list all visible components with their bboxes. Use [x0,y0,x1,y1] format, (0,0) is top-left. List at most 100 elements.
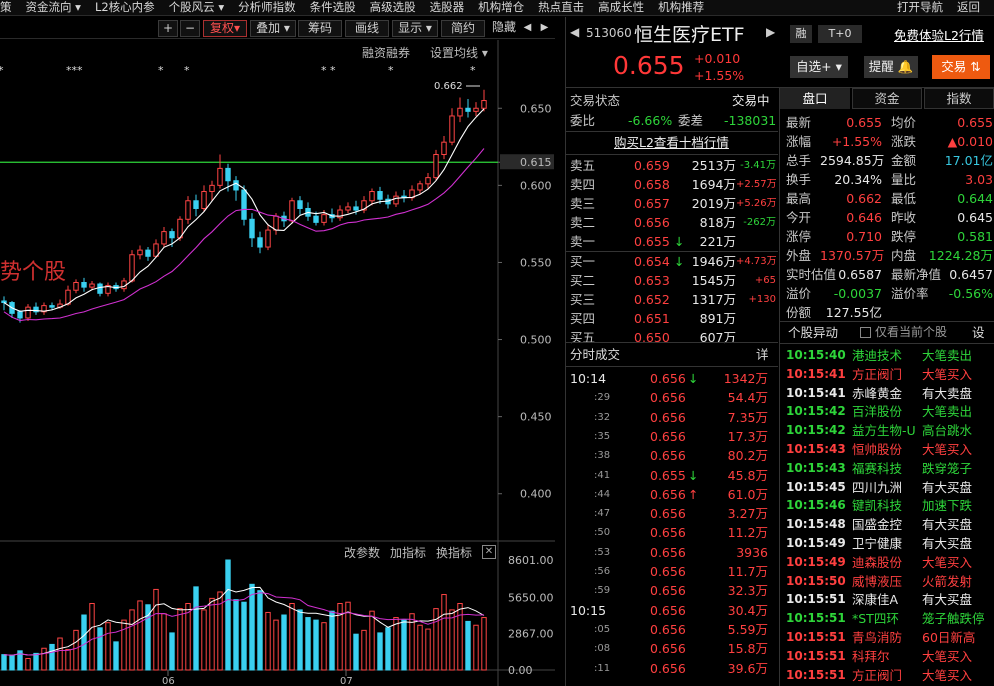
event-time[interactable]: 10:15:43 [786,440,846,459]
event-type[interactable]: 60日新高 [922,628,975,647]
event-stock[interactable]: 威博液压 [852,572,918,591]
abnormal-settings-button[interactable]: 设 [972,323,985,342]
event-type[interactable]: 大笔买入 [922,365,972,384]
top-menu-item[interactable]: 打开导航 [897,0,943,15]
event-time[interactable]: 10:15:41 [786,365,846,384]
event-type[interactable]: 大笔买入 [922,553,972,572]
event-stock[interactable]: 深康佳A [852,590,918,609]
event-time[interactable]: 10:15:42 [786,402,846,421]
add-watchlist-button[interactable]: 自选+ ▾ [790,56,848,78]
event-time[interactable]: 10:15:49 [786,534,846,553]
event-time[interactable]: 10:15:51 [786,590,846,609]
event-time[interactable]: 10:15:51 [786,628,846,647]
tab-pankou[interactable]: 盘口 [780,88,850,109]
top-menu-item[interactable]: 分析师指数 [238,0,296,15]
event-stock[interactable]: 国盛金控 [852,515,918,534]
event-type[interactable]: 加速下跌 [922,496,972,515]
buy-l2-link[interactable]: 购买L2查看十档行情 [614,133,729,152]
kline-chart[interactable]: 0.6500.6150.6000.5500.5000.4500.400*** * *… [0,40,555,686]
event-type[interactable]: 跌穿笼子 [922,459,972,478]
nav-right-icon[interactable]: ▶ [537,20,552,37]
nav-left-icon[interactable]: ◀ [520,20,535,37]
zoom-in-button[interactable]: + [158,20,178,37]
fuquan-button[interactable]: 复权▾ [203,20,247,37]
event-stock[interactable]: 科拜尔 [852,647,918,666]
event-stock[interactable]: 福赛科技 [852,459,918,478]
top-menu-item[interactable]: 高成长性 [598,0,644,15]
event-stock[interactable]: 赤峰黄金 [852,384,918,403]
tab-funds[interactable]: 资金 [852,88,922,109]
hide-button[interactable]: 隐藏 [488,20,520,37]
prev-stock-icon[interactable]: ◀ [570,25,579,39]
event-type[interactable]: 大笔买入 [922,647,972,666]
display-button[interactable]: 显示 ▾ [392,20,438,37]
event-stock[interactable]: 键凯科技 [852,496,918,515]
event-stock[interactable]: *ST四环 [852,609,918,628]
switch-indicator-button[interactable]: 换指标 [436,544,472,561]
margin-trading-link[interactable]: 融资融券 [362,44,410,61]
event-time[interactable]: 10:15:49 [786,553,846,572]
event-type[interactable]: 大笔买入 [922,440,972,459]
top-menu-item[interactable]: 条件选股 [310,0,356,15]
event-stock[interactable]: 迪森股份 [852,553,918,572]
event-stock[interactable]: 卫宁健康 [852,534,918,553]
event-time[interactable]: 10:15:51 [786,666,846,685]
top-menu-item[interactable]: L2核心内参 [95,0,155,15]
event-time[interactable]: 10:15:50 [786,572,846,591]
close-icon[interactable]: ✕ [482,545,496,559]
event-time[interactable]: 10:15:48 [786,515,846,534]
alert-button[interactable]: 提醒 🔔 [864,56,918,78]
top-menu-item[interactable]: 机构增仓 [478,0,524,15]
tick-detail-button[interactable]: 详 [756,345,769,364]
top-menu-item[interactable]: 高级选股 [370,0,416,15]
event-type[interactable]: 大笔卖出 [922,346,972,365]
tab-index[interactable]: 指数 [924,88,994,109]
event-stock[interactable]: 四川九洲 [852,478,918,497]
event-type[interactable]: 有大买盘 [922,515,972,534]
event-time[interactable]: 10:15:42 [786,421,846,440]
only-current-checkbox[interactable] [860,327,871,338]
next-stock-icon[interactable]: ▶ [766,25,775,39]
free-l2-link[interactable]: 免费体验L2行情 [894,25,984,44]
simple-button[interactable]: 简约 [441,20,485,37]
overlay-button[interactable]: 叠加 ▾ [250,20,296,37]
event-stock[interactable]: 恒帅股份 [852,440,918,459]
event-type[interactable]: 有大买盘 [922,534,972,553]
event-time[interactable]: 10:15:45 [786,478,846,497]
chips-button[interactable]: 筹码 [298,20,342,37]
event-stock[interactable]: 青鸟消防 [852,628,918,647]
zoom-out-button[interactable]: − [180,20,200,37]
event-stock[interactable]: 百洋股份 [852,402,918,421]
draw-line-button[interactable]: 画线 [345,20,389,37]
trade-button[interactable]: 交易 ⇅ [932,55,990,79]
change-params-button[interactable]: 改参数 [344,544,380,561]
event-type[interactable]: 有大买盘 [922,590,972,609]
ma-setting-link[interactable]: 设置均线 ▾ [430,44,488,61]
event-type[interactable]: 有大卖盘 [922,384,972,403]
event-stock[interactable]: 港迪技术 [852,346,918,365]
top-menu-item[interactable]: 返回 [957,0,980,15]
event-type[interactable]: 笼子触跌停 [922,609,985,628]
event-time[interactable]: 10:15:41 [786,384,846,403]
event-time[interactable]: 10:15:43 [786,459,846,478]
event-type[interactable]: 有大买盘 [922,478,972,497]
event-type[interactable]: 高台跳水 [922,421,972,440]
event-time[interactable]: 10:15:40 [786,346,846,365]
event-time[interactable]: 10:15:51 [786,647,846,666]
add-indicator-button[interactable]: 加指标 [390,544,426,561]
event-type[interactable]: 大笔买入 [922,666,972,685]
top-menu-item[interactable]: 策 [0,0,12,15]
top-menu-item[interactable]: 选股器 [430,0,465,15]
top-menu-item[interactable]: 个股风云 ▾ [169,0,224,15]
event-stock[interactable]: 益方生物-U [852,421,918,440]
event-time[interactable]: 10:15:46 [786,496,846,515]
event-type[interactable]: 大笔卖出 [922,402,972,421]
event-type[interactable]: 火箭发射 [922,572,972,591]
top-menu-item[interactable]: 资金流向 ▾ [26,0,81,15]
event-stock[interactable]: 方正阀门 [852,666,918,685]
top-menu-item[interactable]: 热点直击 [538,0,584,15]
kline-chart-area[interactable]: 0.650 0.615 0.600 0.550 0.500 0.450 0.400 *** * *… [0,40,555,686]
event-stock[interactable]: 方正阀门 [852,365,918,384]
top-menu-item[interactable]: 机构推荐 [658,0,704,15]
event-time[interactable]: 10:15:51 [786,609,846,628]
